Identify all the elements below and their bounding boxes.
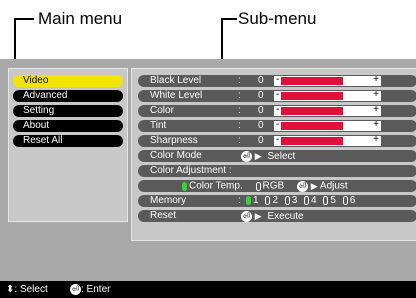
guide-bar: ⬍: Select ⏎: Enter: [0, 281, 416, 298]
radio-unselected-icon[interactable]: [323, 195, 329, 205]
arrow-right-icon: ▶: [254, 211, 262, 221]
sharpness-slider[interactable]: - +: [274, 134, 381, 146]
color-adjustment-row[interactable]: Color Adjustment :: [138, 165, 416, 177]
radio-unselected-icon[interactable]: [304, 195, 310, 205]
colon: :: [238, 75, 241, 86]
enter-icon: ⏎: [241, 210, 252, 222]
slider-fill: [281, 92, 343, 100]
black-level-row[interactable]: Black Level : 0 - +: [138, 74, 416, 87]
color-mode-row[interactable]: Color Mode ⏎ ▶ Select: [138, 150, 416, 162]
radio-unselected-icon[interactable]: [255, 181, 261, 191]
memory-slot-3[interactable]: 3: [292, 195, 298, 206]
color-row[interactable]: Color : 0 - +: [138, 104, 416, 117]
radio-selected-icon[interactable]: [246, 195, 251, 205]
minus-sign: -: [276, 89, 280, 100]
plus-sign: +: [373, 134, 379, 145]
color-temp-option[interactable]: Color Temp.: [189, 181, 243, 192]
white-level-slider[interactable]: - +: [274, 89, 381, 101]
main-menu-panel: Video Advanced Setting About Reset All: [8, 68, 128, 222]
reset-label: Reset: [150, 210, 177, 221]
color-mode-action: Select: [267, 150, 296, 162]
memory-slot-1[interactable]: 1: [253, 195, 259, 206]
sharpness-value: 0: [258, 135, 264, 146]
white-level-row[interactable]: White Level : 0 - +: [138, 89, 416, 102]
enter-icon: ⏎: [70, 283, 81, 295]
main-menu-item-reset-all[interactable]: Reset All: [13, 135, 123, 147]
colon: :: [238, 105, 241, 116]
memory-slot-4[interactable]: 4: [311, 195, 317, 206]
colon: :: [238, 120, 241, 131]
tint-label: Tint: [150, 120, 167, 131]
memory-slot-6[interactable]: 6: [350, 195, 356, 206]
sub-menu-callout: Sub-menu: [238, 9, 317, 28]
radio-selected-icon[interactable]: [182, 181, 187, 191]
enter-icon: ⏎: [296, 180, 308, 192]
minus-sign: -: [276, 134, 280, 145]
colon: :: [238, 195, 241, 206]
arrow-right-icon: ▶: [310, 181, 318, 191]
reset-row[interactable]: Reset ⏎ ▶ Execute: [138, 210, 416, 222]
reset-action: Execute: [267, 210, 304, 222]
slider-fill: [281, 122, 343, 130]
memory-row[interactable]: Memory : 1 2 3 4 5 6: [138, 195, 416, 207]
main-menu-bracket: [14, 18, 34, 60]
black-level-value: 0: [258, 75, 264, 86]
colon: :: [238, 135, 241, 146]
color-mode-label: Color Mode: [150, 150, 202, 161]
main-menu-item-video[interactable]: Video: [13, 75, 123, 87]
memory-label: Memory: [150, 195, 187, 206]
memory-slot-5[interactable]: 5: [330, 195, 336, 206]
minus-sign: -: [276, 104, 280, 115]
enter-icon: ⏎: [241, 150, 252, 162]
radio-unselected-icon[interactable]: [284, 195, 290, 205]
color-label: Color: [150, 105, 174, 116]
sharpness-label: Sharpness: [150, 135, 198, 146]
radio-unselected-icon[interactable]: [342, 195, 348, 205]
sub-menu-panel: Black Level : 0 - + White Level : 0 - + …: [131, 68, 416, 241]
color-value: 0: [258, 105, 264, 116]
sub-menu-bracket: [221, 18, 237, 60]
select-hint: : Select: [14, 284, 48, 295]
rgb-option[interactable]: RGB: [263, 181, 285, 192]
minus-sign: -: [276, 74, 280, 85]
white-level-label: White Level: [150, 90, 203, 101]
tint-value: 0: [258, 120, 264, 131]
color-slider[interactable]: - +: [274, 104, 381, 116]
plus-sign: +: [373, 89, 379, 100]
black-level-slider[interactable]: - +: [274, 74, 381, 86]
slider-fill: [281, 77, 343, 85]
plus-sign: +: [373, 104, 379, 115]
projector-osd: Video Advanced Setting About Reset All B…: [0, 59, 416, 298]
colon: :: [238, 90, 241, 101]
radio-unselected-icon[interactable]: [265, 195, 271, 205]
plus-sign: +: [373, 74, 379, 85]
minus-sign: -: [276, 119, 280, 130]
sharpness-row[interactable]: Sharpness : 0 - +: [138, 134, 416, 147]
color-adjustment-options-row: Color Temp. RGB ⏎ ▶ Adjust: [138, 180, 416, 192]
tint-row[interactable]: Tint : 0 - +: [138, 119, 416, 132]
white-level-value: 0: [258, 90, 264, 101]
enter-hint: : Enter: [81, 284, 111, 295]
tint-slider[interactable]: - +: [274, 119, 381, 131]
color-adjustment-action: Adjust: [319, 180, 348, 192]
black-level-label: Black Level: [150, 75, 202, 86]
arrow-right-icon: ▶: [254, 151, 262, 161]
main-menu-item-about[interactable]: About: [13, 120, 123, 132]
main-menu-item-setting[interactable]: Setting: [13, 105, 123, 117]
plus-sign: +: [373, 119, 379, 130]
color-adjustment-label: Color Adjustment :: [150, 165, 232, 176]
main-menu-callout: Main menu: [38, 9, 123, 28]
main-menu-item-advanced[interactable]: Advanced: [13, 90, 123, 102]
slider-fill: [281, 107, 343, 115]
slider-fill: [281, 137, 343, 145]
memory-slot-2[interactable]: 2: [272, 195, 278, 206]
